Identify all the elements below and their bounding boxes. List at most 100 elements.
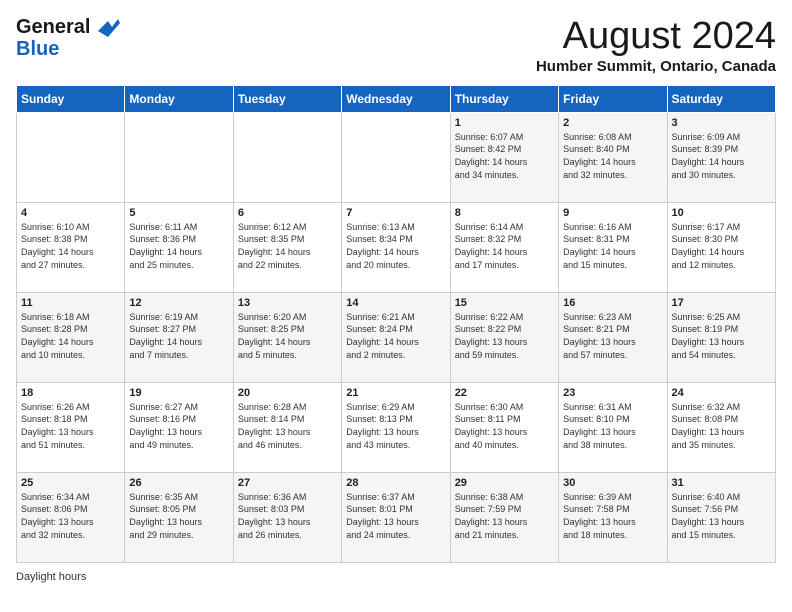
day-number: 20: [238, 387, 337, 399]
weekday-header-row: SundayMondayTuesdayWednesdayThursdayFrid…: [17, 85, 776, 112]
day-number: 9: [563, 207, 662, 219]
footer: Daylight hours: [16, 571, 776, 583]
day-info: Sunrise: 6:10 AMSunset: 8:38 PMDaylight:…: [21, 221, 120, 271]
calendar-day-cell: 17Sunrise: 6:25 AMSunset: 8:19 PMDayligh…: [667, 292, 775, 382]
calendar-day-cell: 12Sunrise: 6:19 AMSunset: 8:27 PMDayligh…: [125, 292, 233, 382]
day-info: Sunrise: 6:32 AMSunset: 8:08 PMDaylight:…: [672, 401, 771, 451]
day-info: Sunrise: 6:14 AMSunset: 8:32 PMDaylight:…: [455, 221, 554, 271]
day-number: 15: [455, 297, 554, 309]
day-info: Sunrise: 6:13 AMSunset: 8:34 PMDaylight:…: [346, 221, 445, 271]
day-info: Sunrise: 6:20 AMSunset: 8:25 PMDaylight:…: [238, 311, 337, 361]
day-info: Sunrise: 6:07 AMSunset: 8:42 PMDaylight:…: [455, 131, 554, 181]
day-number: 27: [238, 477, 337, 489]
header: General Blue August 2024 Humber Summit, …: [16, 16, 776, 75]
weekday-header-cell: Monday: [125, 85, 233, 112]
day-info: Sunrise: 6:39 AMSunset: 7:58 PMDaylight:…: [563, 491, 662, 541]
calendar-day-cell: 18 Sunrise: 6:26 AMSunset: 8:18 PMDayligh…: [17, 382, 125, 472]
day-info: Sunrise: 6:16 AMSunset: 8:31 PMDaylight:…: [563, 221, 662, 271]
day-info: Sunrise: 6:37 AMSunset: 8:01 PMDaylight:…: [346, 491, 445, 541]
day-info: Sunrise: 6:23 AMSunset: 8:21 PMDaylight:…: [563, 311, 662, 361]
day-number: 11: [21, 297, 120, 309]
day-info: Sunrise: 6:11 AMSunset: 8:36 PMDaylight:…: [129, 221, 228, 271]
calendar-day-cell: 16 Sunrise: 6:23 AMSunset: 8:21 PMDayligh…: [559, 292, 667, 382]
day-number: 4: [21, 207, 120, 219]
day-info: Sunrise: 6:29 AMSunset: 8:13 PMDaylight:…: [346, 401, 445, 451]
day-info: Sunrise: 6:40 AMSunset: 7:56 PMDaylight:…: [672, 491, 771, 541]
weekday-header-cell: Tuesday: [233, 85, 341, 112]
day-info: Sunrise: 6:21 AMSunset: 8:24 PMDaylight:…: [346, 311, 445, 361]
calendar-day-cell: 20Sunrise: 6:28 AMSunset: 8:14 PMDayligh…: [233, 382, 341, 472]
day-number: 29: [455, 477, 554, 489]
day-number: 22: [455, 387, 554, 399]
day-info: Sunrise: 6:09 AMSunset: 8:39 PMDaylight:…: [672, 131, 771, 181]
logo-blue: Blue: [16, 38, 120, 60]
calendar-day-cell: 23 Sunrise: 6:31 AMSunset: 8:10 PMDayligh…: [559, 382, 667, 472]
calendar-day-cell: 3 Sunrise: 6:09 AMSunset: 8:39 PMDaylight…: [667, 112, 775, 202]
day-number: 8: [455, 207, 554, 219]
calendar-day-cell: 24 Sunrise: 6:32 AMSunset: 8:08 PMDayligh…: [667, 382, 775, 472]
calendar-day-cell: 19 Sunrise: 6:27 AMSunset: 8:16 PMDayligh…: [125, 382, 233, 472]
day-info: Sunrise: 6:36 AMSunset: 8:03 PMDaylight:…: [238, 491, 337, 541]
calendar-day-cell: [125, 112, 233, 202]
weekday-header-cell: Sunday: [17, 85, 125, 112]
daylight-label: Daylight hours: [16, 571, 86, 583]
day-info: Sunrise: 6:12 AMSunset: 8:35 PMDaylight:…: [238, 221, 337, 271]
weekday-header-cell: Wednesday: [342, 85, 450, 112]
location-title: Humber Summit, Ontario, Canada: [536, 58, 776, 75]
calendar-day-cell: 1Sunrise: 6:07 AMSunset: 8:42 PMDaylight…: [450, 112, 558, 202]
day-number: 2: [563, 117, 662, 129]
day-number: 19: [129, 387, 228, 399]
day-number: 10: [672, 207, 771, 219]
day-info: Sunrise: 6:22 AMSunset: 8:22 PMDaylight:…: [455, 311, 554, 361]
day-number: 18: [21, 387, 120, 399]
calendar-week-row: 25Sunrise: 6:34 AMSunset: 8:06 PMDayligh…: [17, 472, 776, 562]
calendar-day-cell: 15 Sunrise: 6:22 AMSunset: 8:22 PMDayligh…: [450, 292, 558, 382]
day-info: Sunrise: 6:34 AMSunset: 8:06 PMDaylight:…: [21, 491, 120, 541]
calendar-day-cell: 22Sunrise: 6:30 AMSunset: 8:11 PMDayligh…: [450, 382, 558, 472]
day-number: 28: [346, 477, 445, 489]
day-number: 13: [238, 297, 337, 309]
calendar-day-cell: 26 Sunrise: 6:35 AMSunset: 8:05 PMDayligh…: [125, 472, 233, 562]
calendar-day-cell: 28 Sunrise: 6:37 AMSunset: 8:01 PMDayligh…: [342, 472, 450, 562]
calendar-day-cell: 2 Sunrise: 6:08 AMSunset: 8:40 PMDaylight…: [559, 112, 667, 202]
day-info: Sunrise: 6:26 AMSunset: 8:18 PMDaylight:…: [21, 401, 120, 451]
weekday-header-cell: Friday: [559, 85, 667, 112]
day-number: 5: [129, 207, 228, 219]
calendar-week-row: 1Sunrise: 6:07 AMSunset: 8:42 PMDaylight…: [17, 112, 776, 202]
day-info: Sunrise: 6:18 AMSunset: 8:28 PMDaylight:…: [21, 311, 120, 361]
calendar-table: SundayMondayTuesdayWednesdayThursdayFrid…: [16, 85, 776, 563]
calendar-day-cell: [233, 112, 341, 202]
calendar-day-cell: 9 Sunrise: 6:16 AMSunset: 8:31 PMDaylight…: [559, 202, 667, 292]
calendar-day-cell: 31Sunrise: 6:40 AMSunset: 7:56 PMDayligh…: [667, 472, 775, 562]
day-number: 24: [672, 387, 771, 399]
calendar-day-cell: [17, 112, 125, 202]
calendar-day-cell: 14 Sunrise: 6:21 AMSunset: 8:24 PMDayligh…: [342, 292, 450, 382]
calendar-week-row: 4 Sunrise: 6:10 AMSunset: 8:38 PMDaylight…: [17, 202, 776, 292]
day-number: 23: [563, 387, 662, 399]
day-info: Sunrise: 6:31 AMSunset: 8:10 PMDaylight:…: [563, 401, 662, 451]
calendar-day-cell: 10 Sunrise: 6:17 AMSunset: 8:30 PMDayligh…: [667, 202, 775, 292]
day-number: 16: [563, 297, 662, 309]
calendar-body: 1Sunrise: 6:07 AMSunset: 8:42 PMDaylight…: [17, 112, 776, 562]
day-info: Sunrise: 6:08 AMSunset: 8:40 PMDaylight:…: [563, 131, 662, 181]
day-info: Sunrise: 6:27 AMSunset: 8:16 PMDaylight:…: [129, 401, 228, 451]
title-area: August 2024 Humber Summit, Ontario, Cana…: [536, 16, 776, 75]
calendar-day-cell: 8 Sunrise: 6:14 AMSunset: 8:32 PMDaylight…: [450, 202, 558, 292]
logo-general: General: [16, 16, 90, 38]
calendar-day-cell: 6 Sunrise: 6:12 AMSunset: 8:35 PMDaylight…: [233, 202, 341, 292]
weekday-header-cell: Saturday: [667, 85, 775, 112]
calendar-day-cell: [342, 112, 450, 202]
calendar-week-row: 11 Sunrise: 6:18 AMSunset: 8:28 PMDayligh…: [17, 292, 776, 382]
day-number: 26: [129, 477, 228, 489]
calendar-day-cell: 7 Sunrise: 6:13 AMSunset: 8:34 PMDaylight…: [342, 202, 450, 292]
day-number: 14: [346, 297, 445, 309]
day-number: 7: [346, 207, 445, 219]
calendar-day-cell: 25Sunrise: 6:34 AMSunset: 8:06 PMDayligh…: [17, 472, 125, 562]
day-number: 3: [672, 117, 771, 129]
calendar-day-cell: 29Sunrise: 6:38 AMSunset: 7:59 PMDayligh…: [450, 472, 558, 562]
day-number: 6: [238, 207, 337, 219]
day-info: Sunrise: 6:17 AMSunset: 8:30 PMDaylight:…: [672, 221, 771, 271]
day-info: Sunrise: 6:35 AMSunset: 8:05 PMDaylight:…: [129, 491, 228, 541]
calendar-day-cell: 21Sunrise: 6:29 AMSunset: 8:13 PMDayligh…: [342, 382, 450, 472]
calendar-day-cell: 27 Sunrise: 6:36 AMSunset: 8:03 PMDayligh…: [233, 472, 341, 562]
